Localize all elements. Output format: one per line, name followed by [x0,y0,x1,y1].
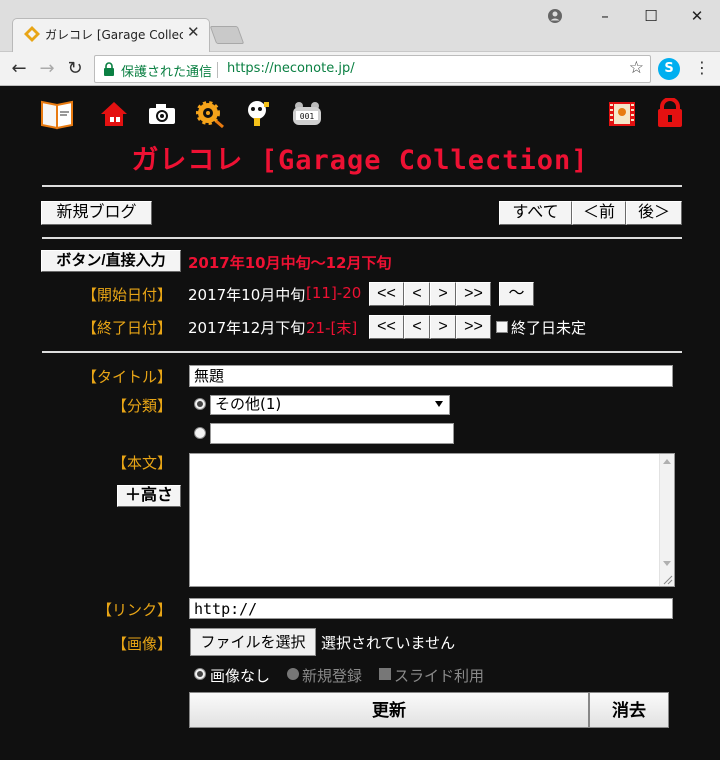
new-tab-button[interactable] [209,26,245,44]
next-button[interactable]: 後＞ [626,201,682,225]
body-label: 【本文】 [111,454,172,472]
account-icon[interactable] [532,2,578,30]
choose-file-button[interactable]: ファイルを選択 [190,628,316,656]
counter-icon[interactable]: 001 [290,98,324,130]
url-text[interactable]: https://neconote.jp/ [227,61,355,76]
address-bar[interactable]: 保護された通信 https://neconote.jp/ ☆ [94,55,651,83]
browser-tab[interactable]: ガレコレ [Garage Collection] ✕ [12,18,210,52]
start-next-button[interactable]: > [430,282,456,306]
secure-connection-label: 保護された通信 [121,65,213,80]
skype-extension-icon[interactable]: S [658,58,680,80]
input-mode-button[interactable]: ボタン/直接入力 [41,250,181,272]
browser-toolbar: ← → ↻ 保護された通信 https://neconote.jp/ ☆ S ⋮ [0,52,720,86]
category-new-input[interactable] [210,423,454,444]
film-icon[interactable] [605,98,639,130]
image-new-label: 新規登録 [302,667,363,685]
link-label: 【リンク】 [96,601,172,619]
page-content: 001 ガレコレ [Garage Collection] 新規ブログ すべて ＜… [0,86,720,760]
reload-icon[interactable]: ↻ [62,56,88,82]
tab-title: ガレコレ [Garage Collection] [45,28,183,42]
maximize-button[interactable]: ☐ [628,2,674,30]
increase-height-button[interactable]: ＋高さ [117,485,181,507]
category-select[interactable]: その他(1) [210,395,450,415]
divider [42,351,682,353]
resize-grip-icon[interactable] [661,573,673,585]
end-last-button[interactable]: >> [456,315,491,339]
link-input[interactable]: http:// [189,598,673,619]
mascot-icon[interactable] [242,98,276,130]
gear-icon[interactable] [193,98,227,130]
slide-use-checkbox[interactable] [379,668,391,680]
update-button[interactable]: 更新 [189,692,589,728]
end-date-value: 2017年12月下旬 [188,319,306,337]
title-input[interactable]: 無題 [189,365,673,387]
slide-use-label: スライド利用 [394,667,485,685]
category-new-radio[interactable] [194,427,206,439]
tilde-button[interactable]: 〜 [499,282,534,306]
body-textarea[interactable] [189,453,675,587]
lock-icon[interactable] [653,98,687,130]
end-date-range: 21-[末] [306,319,358,337]
delete-button[interactable]: 消去 [589,692,669,728]
site-favicon-icon [24,26,40,42]
browser-window: – ☐ ✕ ガレコレ [Garage Collection] ✕ ← → ↻ 保… [0,0,720,760]
scroll-down-icon[interactable] [663,561,671,566]
start-date-range: [11]-20 [306,284,362,302]
end-first-button[interactable]: << [369,315,404,339]
start-prev-button[interactable]: < [404,282,430,306]
end-undecided-label: 終了日未定 [511,319,587,337]
browser-menu-icon[interactable]: ⋮ [694,57,710,79]
close-window-button[interactable]: ✕ [674,2,720,30]
minimize-button[interactable]: – [582,2,628,30]
back-icon[interactable]: ← [6,56,32,82]
chevron-down-icon [435,401,443,407]
title-bar: – ☐ ✕ ガレコレ [Garage Collection] ✕ [0,0,720,52]
svg-text:001: 001 [300,112,315,121]
image-label: 【画像】 [111,635,172,653]
bookmark-star-icon[interactable]: ☆ [629,58,644,78]
forward-icon[interactable]: → [34,56,60,82]
category-existing-radio[interactable] [194,398,206,410]
address-separator [217,62,218,78]
blog-book-icon[interactable] [40,98,74,130]
site-title: ガレコレ [Garage Collection] [131,145,589,176]
image-new-radio[interactable] [287,668,299,680]
camera-icon[interactable] [145,98,179,130]
all-button[interactable]: すべて [499,201,572,225]
scroll-up-icon[interactable] [663,459,671,464]
start-date-label: 【開始日付】 [81,286,172,304]
category-label: 【分類】 [111,397,172,415]
category-selected-value: その他(1) [215,395,282,413]
textarea-scrollbar[interactable] [659,454,674,586]
end-date-label: 【終了日付】 [81,319,172,337]
divider [42,237,682,239]
prev-button[interactable]: ＜前 [572,201,626,225]
start-date-value: 2017年10月中旬 [188,286,306,304]
start-first-button[interactable]: << [369,282,404,306]
start-last-button[interactable]: >> [456,282,491,306]
tab-close-icon[interactable]: ✕ [187,23,200,41]
image-none-label: 画像なし [210,667,271,685]
file-status-text: 選択されていません [321,634,456,652]
end-next-button[interactable]: > [430,315,456,339]
image-none-radio[interactable] [194,668,206,680]
house-icon[interactable] [97,98,131,130]
new-blog-button[interactable]: 新規ブログ [41,201,152,225]
end-prev-button[interactable]: < [404,315,430,339]
title-label: 【タイトル】 [81,368,172,386]
date-range-title: 2017年10月中旬〜12月下旬 [188,254,392,272]
end-undecided-checkbox[interactable] [496,321,508,333]
divider [42,185,682,187]
secure-lock-icon [104,62,114,76]
